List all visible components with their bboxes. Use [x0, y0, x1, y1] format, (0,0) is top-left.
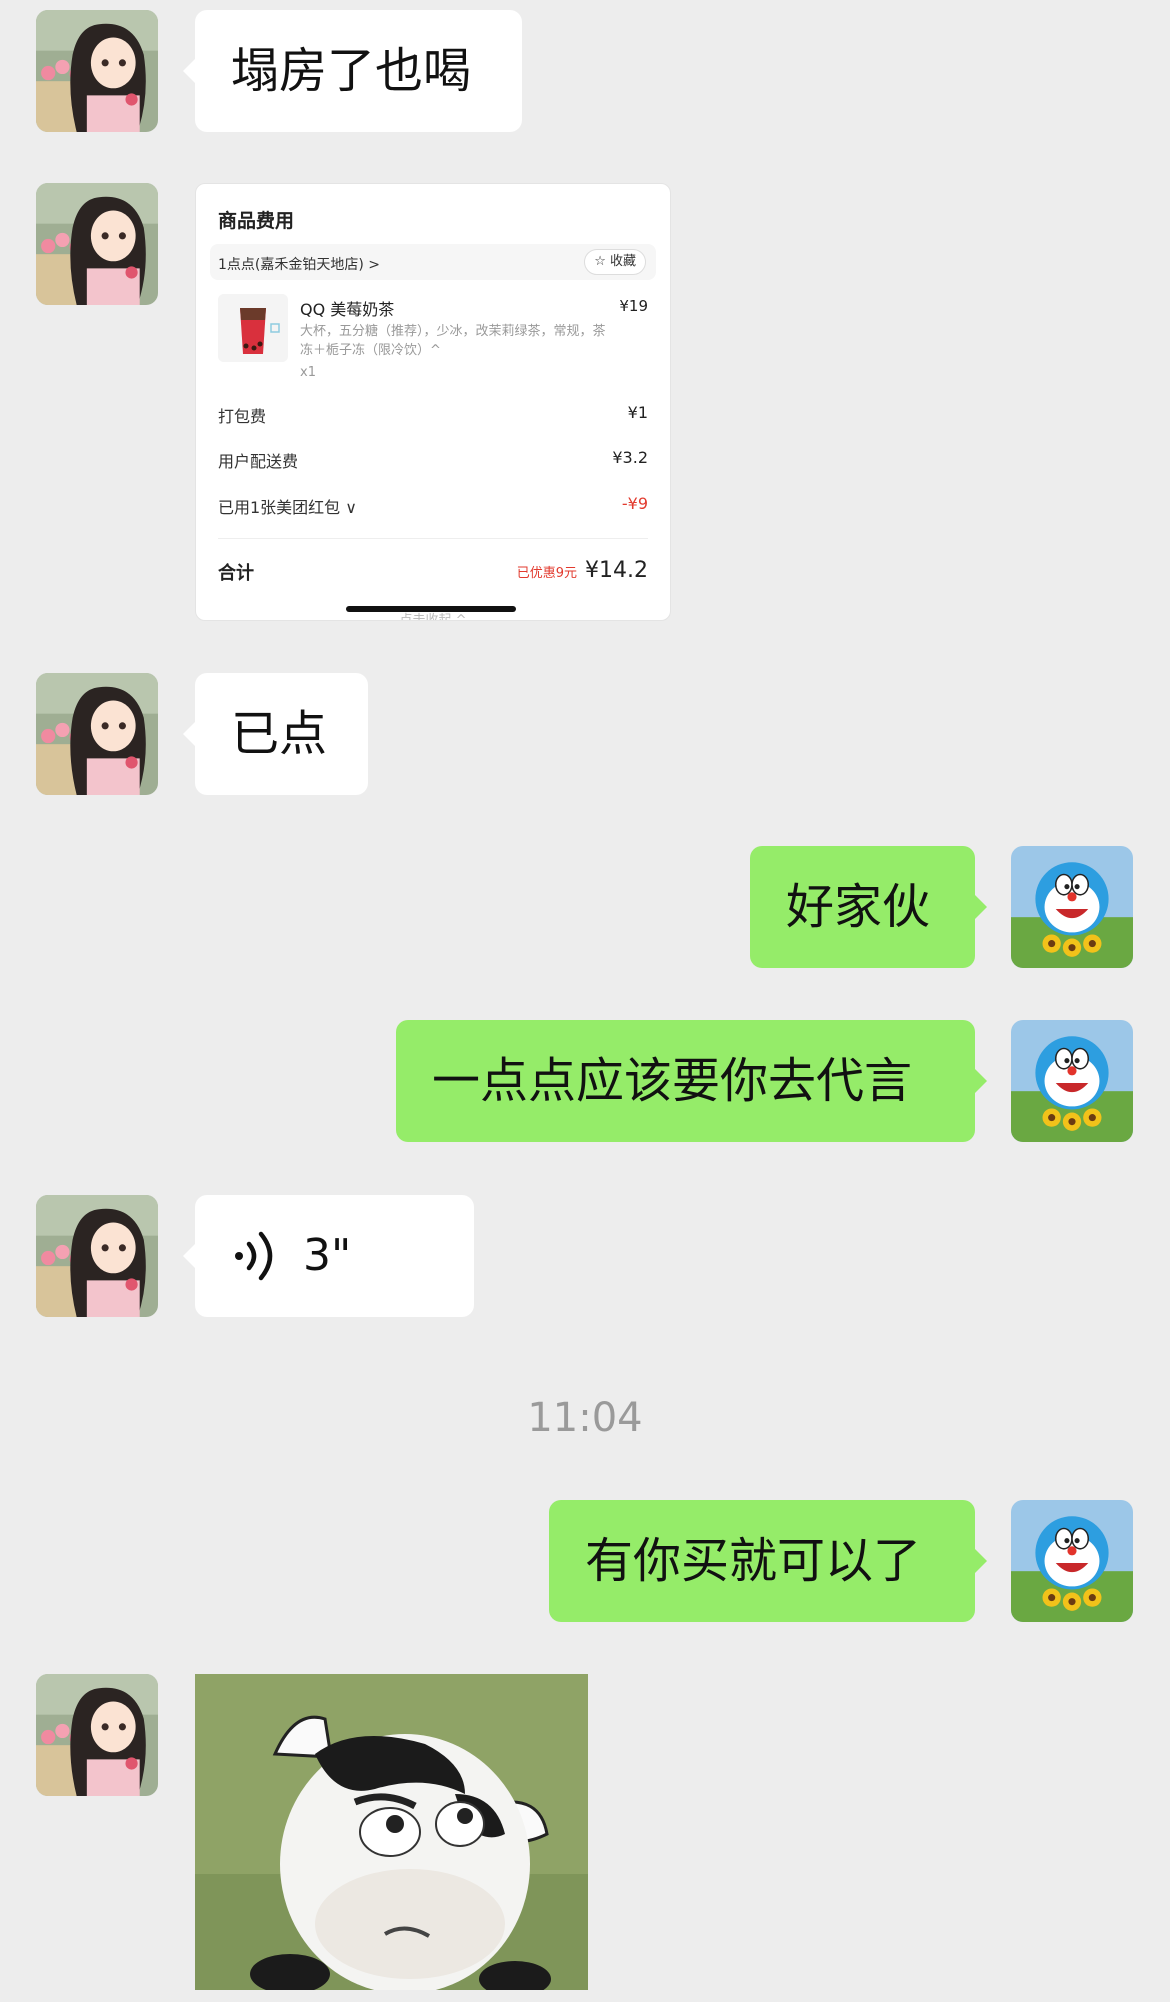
product-quantity: x1: [300, 365, 316, 380]
doraemon-avatar-icon: [1011, 1500, 1133, 1622]
message-text: 好家伙: [786, 879, 931, 935]
my-avatar[interactable]: [1011, 1020, 1133, 1142]
total-value: ¥14.2: [585, 558, 648, 583]
message-bubble-outgoing[interactable]: 有你买就可以了: [549, 1500, 987, 1622]
coupon-row: 已用1张美团红包 ∨ -¥9: [218, 494, 648, 518]
message-bubble-outgoing[interactable]: 好家伙: [750, 846, 987, 968]
message-text: 一点点应该要你去代言: [432, 1053, 913, 1109]
fee-label: 已用1张美团红包 ∨: [218, 498, 357, 517]
home-indicator: [346, 606, 516, 612]
doraemon-avatar-icon: [1011, 846, 1133, 968]
shop-name: 1点点(嘉禾金铂天地店) >: [218, 257, 381, 273]
total-label: 合计: [218, 563, 254, 584]
shop-bar: 1点点(嘉禾金铂天地店) > ☆ 收藏: [210, 244, 656, 280]
doraemon-avatar-icon: [1011, 1020, 1133, 1142]
fee-value: ¥3.2: [612, 448, 648, 467]
order-screenshot-card[interactable]: 商品费用 1点点(嘉禾金铂天地店) > ☆ 收藏 QQ 美莓奶茶 ¥19 大杯，…: [195, 183, 671, 621]
girl-avatar-icon: [36, 673, 158, 795]
card-title: 商品费用: [218, 210, 295, 232]
voice-wave-icon: [235, 1231, 273, 1281]
girl-avatar-icon: [36, 10, 158, 132]
message-text: 已点: [231, 706, 328, 762]
cow-sticker-icon: [195, 1674, 588, 1990]
fee-row: 打包费 ¥1: [218, 403, 648, 427]
favorite-button: ☆ 收藏: [584, 249, 646, 275]
drink-thumbnail: [218, 294, 288, 362]
message-text: 有你买就可以了: [585, 1533, 922, 1589]
divider: [218, 538, 648, 539]
message-bubble-incoming[interactable]: 塌房了也喝: [183, 10, 522, 132]
bubble-tea-icon: [218, 294, 288, 362]
product-name: QQ 美莓奶茶: [300, 300, 395, 319]
voice-duration: 3": [303, 1230, 352, 1281]
product-price: ¥19: [619, 297, 648, 315]
contact-avatar[interactable]: [36, 1195, 158, 1317]
contact-avatar[interactable]: [36, 1674, 158, 1796]
my-avatar[interactable]: [1011, 1500, 1133, 1622]
girl-avatar-icon: [36, 1674, 158, 1796]
fee-row: 用户配送费 ¥3.2: [218, 448, 648, 472]
fee-label: 用户配送费: [218, 452, 299, 471]
voice-message-bubble[interactable]: 3": [183, 1195, 474, 1317]
chat-timestamp: 11:04: [527, 1395, 643, 1441]
total-amount: 已优惠9元 ¥14.2: [517, 558, 648, 583]
message-bubble-incoming[interactable]: 已点: [183, 673, 368, 795]
fee-label: 打包费: [218, 407, 267, 426]
contact-avatar[interactable]: [36, 10, 158, 132]
my-avatar[interactable]: [1011, 846, 1133, 968]
fee-value: ¥1: [627, 403, 648, 422]
fee-value: -¥9: [621, 494, 648, 513]
message-text: 塌房了也喝: [231, 43, 472, 99]
message-bubble-outgoing[interactable]: 一点点应该要你去代言: [396, 1020, 987, 1142]
girl-avatar-icon: [36, 183, 158, 305]
discount-text: 已优惠9元: [516, 566, 578, 581]
product-options: 大杯，五分糖（推荐），少冰，改茉莉绿茶，常规，茶冻＋栀子冻（限冷饮）^: [300, 324, 606, 358]
girl-avatar-icon: [36, 1195, 158, 1317]
contact-avatar[interactable]: [36, 673, 158, 795]
contact-avatar[interactable]: [36, 183, 158, 305]
sticker-message[interactable]: [195, 1674, 588, 1990]
